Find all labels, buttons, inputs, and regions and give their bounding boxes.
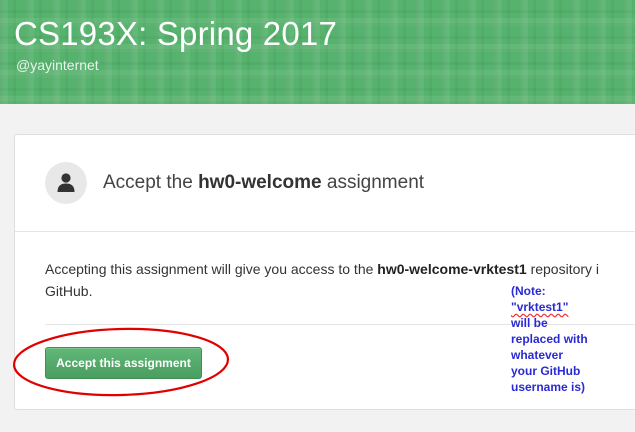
- note-line: replaced with: [511, 332, 588, 346]
- org-handle: @yayinternet: [16, 57, 99, 73]
- person-icon: [57, 173, 75, 192]
- note-line: "vrktest1": [511, 300, 569, 314]
- note-line: username is): [511, 380, 586, 394]
- annotation-note: (Note: "vrktest1" will be replaced with …: [511, 283, 635, 395]
- assignment-name: hw0-welcome: [198, 172, 322, 193]
- avatar: [45, 162, 87, 204]
- description-line2: GitHub.: [45, 283, 93, 299]
- title-suffix: assignment: [321, 172, 425, 193]
- note-line: will be: [511, 316, 548, 330]
- org-header-banner: CS193X: Spring 2017 @yayinternet: [0, 0, 635, 104]
- note-line: (Note:: [511, 284, 546, 298]
- red-circle-annotation: [12, 327, 230, 397]
- org-title: CS193X: Spring 2017: [14, 15, 338, 52]
- note-line: whatever: [511, 348, 564, 362]
- description-prefix: Accepting this assignment will give you …: [45, 261, 378, 277]
- card-title: Accept the hw0-welcome assignment: [103, 172, 424, 194]
- note-line: your GitHub: [511, 364, 581, 378]
- description-suffix: repository i: [526, 261, 600, 277]
- repository-name: hw0-welcome-vrktest1: [377, 261, 527, 277]
- title-prefix: Accept the: [103, 172, 199, 193]
- card-header: Accept the hw0-welcome assignment: [15, 135, 635, 232]
